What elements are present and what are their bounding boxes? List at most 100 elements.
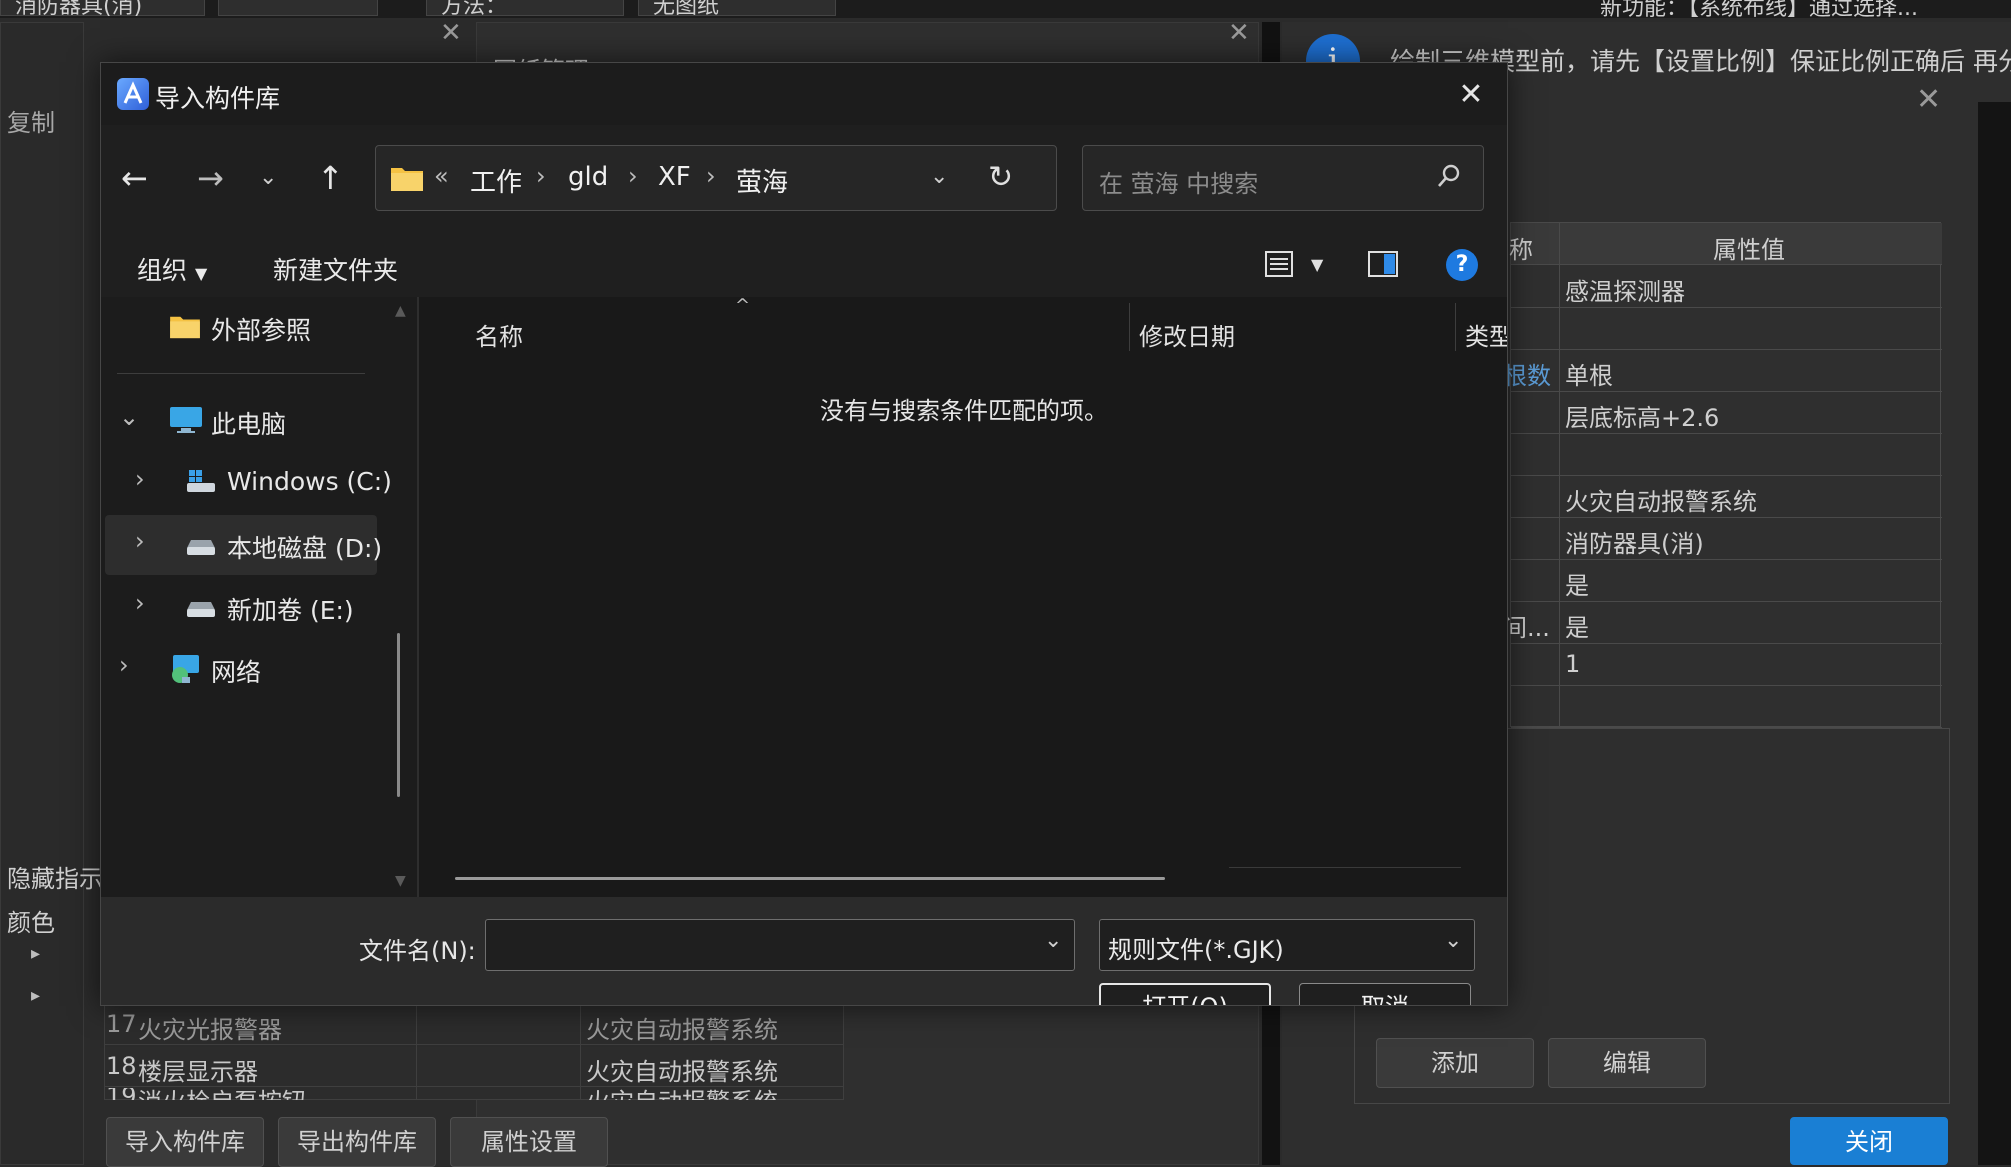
- breadcrumb-overflow[interactable]: «: [434, 162, 449, 190]
- file-list-pane: ^ 名称 修改日期 类型 没有与搜索条件匹配的项。: [419, 295, 1507, 897]
- computer-icon: [169, 405, 203, 441]
- chevron-right-icon[interactable]: ›: [119, 651, 129, 679]
- chevron-down-icon[interactable]: ⌄: [119, 403, 139, 431]
- dialog-title: 导入构件库: [155, 84, 281, 113]
- top-tab-2[interactable]: [218, 0, 378, 16]
- column-header-modified[interactable]: 修改日期: [1139, 317, 1235, 352]
- sort-ascending-icon: ^: [735, 295, 751, 316]
- list-item-clipped[interactable]: 19 消火栓启泵按钮 火灾自动报警系统: [104, 1088, 844, 1100]
- list-item[interactable]: 18 楼层显示器 火灾自动报警系统: [104, 1046, 844, 1087]
- property-table: 称 属性值 感温探测器 根数 单根 层底标高+2.6 火灾自动报警系统 消防器具(…: [1503, 222, 1942, 728]
- header-value: 属性值: [1713, 236, 1785, 264]
- close-icon[interactable]: ✕: [1228, 18, 1250, 48]
- close-button[interactable]: 关闭: [1790, 1117, 1948, 1165]
- column-header-name[interactable]: 名称: [475, 317, 523, 352]
- left-panel: 复制 隐藏指示 颜色 ▸ ▸: [0, 22, 103, 1165]
- network-icon: [169, 653, 203, 691]
- chevron-right-icon[interactable]: ›: [135, 465, 145, 493]
- column-divider[interactable]: [1129, 303, 1130, 351]
- search-icon[interactable]: [1435, 162, 1463, 196]
- horizontal-scrollbar-thumb[interactable]: [455, 877, 1165, 880]
- breadcrumb-separator: ›: [706, 162, 716, 190]
- address-dropdown-icon[interactable]: ⌄: [930, 164, 948, 189]
- view-list-icon[interactable]: [1264, 249, 1294, 285]
- navigation-pane: 外部参照 ⌄ 此电脑 › Windows (C:) › 本地磁盘 (D:) ›: [101, 297, 417, 897]
- filetype-select[interactable]: 规则文件(*.GJK) ⌄: [1099, 919, 1475, 971]
- breadcrumb-item[interactable]: XF: [658, 162, 691, 192]
- breadcrumb-separator: ›: [536, 162, 546, 190]
- command-bar: 组织 ▼ 新建文件夹 ▼ ?: [101, 235, 1507, 297]
- breadcrumb-item-current[interactable]: 萤海: [736, 162, 788, 199]
- filename-label: 文件名(N):: [359, 937, 476, 965]
- property-row[interactable]: 层底标高+2.6: [1511, 391, 1942, 434]
- nav-item-drive-d[interactable]: › 本地磁盘 (D:): [105, 515, 382, 575]
- nav-divider: [117, 373, 365, 374]
- import-library-button[interactable]: 导入构件库: [106, 1117, 264, 1167]
- nav-item-this-pc[interactable]: ⌄ 此电脑: [105, 391, 377, 451]
- color-label: 颜色: [7, 909, 55, 937]
- folder-icon: [390, 164, 424, 198]
- nav-item-drive-e[interactable]: › 新加卷 (E:): [105, 577, 377, 637]
- property-row[interactable]: 根数 单根: [1503, 349, 1942, 392]
- dialog-titlebar[interactable]: 导入构件库 ✕: [101, 63, 1507, 125]
- refresh-icon[interactable]: ↻: [988, 160, 1013, 195]
- list-item[interactable]: 17 火灾光报警器 火灾自动报警系统: [104, 1004, 844, 1045]
- property-row[interactable]: 火灾自动报警系统: [1511, 475, 1942, 518]
- nav-item-external-ref[interactable]: 外部参照: [105, 297, 377, 357]
- close-icon[interactable]: ✕: [440, 18, 462, 48]
- search-box[interactable]: 在 萤海 中搜索: [1082, 145, 1484, 211]
- up-arrow-icon[interactable]: ↑: [317, 159, 344, 197]
- recent-dropdown-icon[interactable]: ⌄: [259, 165, 277, 190]
- address-bar[interactable]: « 工作 › gld › XF › 萤海 ⌄ ↻: [375, 145, 1057, 211]
- property-row[interactable]: 是: [1511, 559, 1942, 602]
- nav-item-drive-c[interactable]: › Windows (C:): [105, 453, 392, 513]
- open-button[interactable]: 打开(O): [1099, 983, 1271, 1005]
- filename-input[interactable]: ⌄: [485, 919, 1075, 971]
- property-row[interactable]: 1: [1511, 643, 1942, 686]
- nav-item-network[interactable]: › 网络: [105, 639, 377, 699]
- property-row[interactable]: [1511, 433, 1942, 476]
- back-arrow-icon[interactable]: ←: [121, 159, 148, 197]
- search-placeholder[interactable]: 在 萤海 中搜索: [1099, 164, 1258, 199]
- scroll-up-arrow-icon[interactable]: ▲: [395, 303, 406, 319]
- export-library-button[interactable]: 导出构件库: [278, 1117, 436, 1167]
- top-tab-4[interactable]: 无图纸: [638, 0, 836, 19]
- new-folder-button[interactable]: 新建文件夹: [273, 251, 398, 287]
- nav-scrollbar-thumb[interactable]: [397, 633, 400, 797]
- breadcrumb-item[interactable]: 工作: [470, 162, 522, 199]
- edit-button[interactable]: 编辑: [1548, 1038, 1706, 1088]
- cancel-button[interactable]: 取消: [1299, 983, 1471, 1005]
- chevron-right-icon[interactable]: ›: [135, 527, 145, 555]
- property-row[interactable]: 消防器具(消): [1511, 517, 1942, 560]
- drive-icon: [185, 597, 217, 625]
- chevron-right-icon[interactable]: ›: [135, 589, 145, 617]
- property-row[interactable]: [1511, 307, 1942, 350]
- property-row[interactable]: 感温探测器: [1511, 265, 1942, 308]
- dialog-close-icon[interactable]: ✕: [1449, 73, 1493, 117]
- chevron-down-icon[interactable]: ⌄: [1444, 928, 1462, 953]
- top-tab-3[interactable]: 方法：: [426, 0, 624, 19]
- forward-arrow-icon[interactable]: →: [197, 159, 224, 197]
- column-header-type[interactable]: 类型: [1465, 317, 1507, 352]
- preview-pane-icon[interactable]: [1367, 249, 1399, 285]
- chevron-down-icon[interactable]: ⌄: [1044, 928, 1062, 953]
- help-icon[interactable]: ?: [1446, 249, 1478, 281]
- organize-menu[interactable]: 组织 ▼: [137, 251, 207, 287]
- column-divider[interactable]: [1455, 303, 1456, 351]
- property-table-header: 称 属性值: [1509, 223, 1942, 265]
- property-row[interactable]: 间... 是: [1503, 601, 1942, 644]
- expand-arrow-icon[interactable]: ▸: [31, 943, 40, 964]
- new-feature-hint[interactable]: 新功能：【系统布线】通过选择...: [1600, 0, 1918, 22]
- property-settings-button[interactable]: 属性设置: [450, 1117, 608, 1167]
- filetype-value: 规则文件(*.GJK): [1108, 936, 1284, 964]
- property-row[interactable]: [1511, 685, 1942, 728]
- top-tab-1[interactable]: 消防器具(消): [0, 0, 205, 19]
- close-icon[interactable]: ✕: [1916, 82, 1941, 117]
- scroll-down-arrow-icon[interactable]: ▼: [395, 873, 406, 889]
- breadcrumb-item[interactable]: gld: [568, 162, 608, 192]
- copy-label[interactable]: 复制: [7, 103, 55, 138]
- expand-arrow-icon[interactable]: ▸: [31, 985, 40, 1006]
- view-dropdown-icon[interactable]: ▼: [1311, 255, 1323, 274]
- add-button[interactable]: 添加: [1376, 1038, 1534, 1088]
- app-icon: [117, 78, 149, 110]
